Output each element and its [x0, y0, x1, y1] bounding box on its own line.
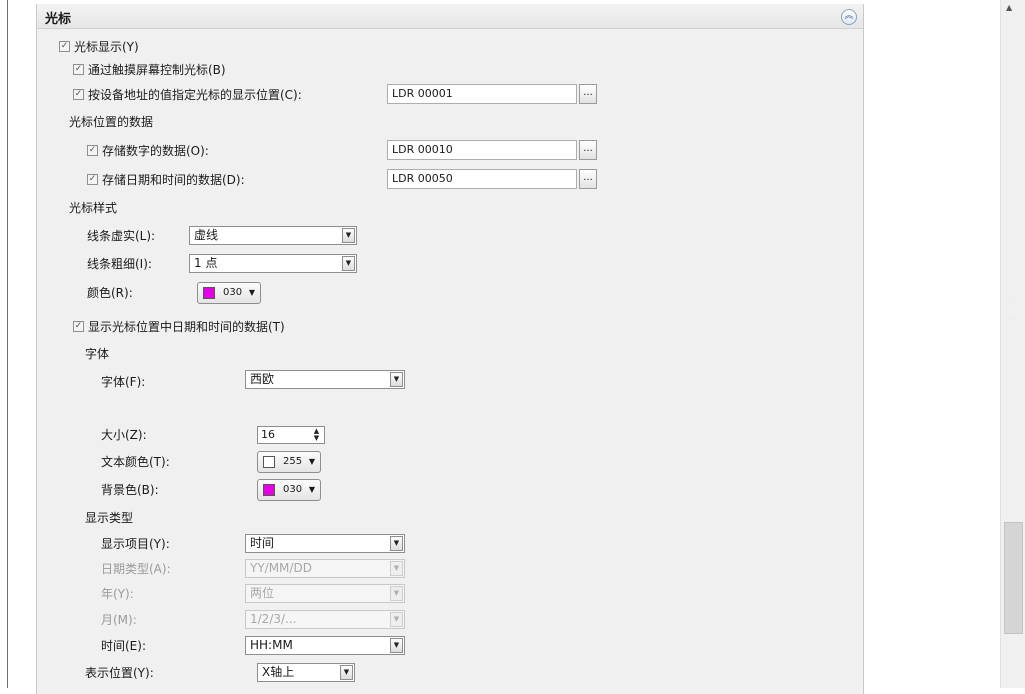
position-by-device-checkbox[interactable]: ✓ 按设备地址的值指定光标的显示位置(C): — [73, 84, 302, 104]
line-type-label: 线条虚实(L): — [87, 229, 156, 243]
time-value: HH:MM — [250, 638, 293, 652]
line-type-select[interactable]: 虚线 ▼ — [189, 226, 357, 245]
color-picker-button[interactable]: 030 ▼ — [197, 282, 261, 304]
display-item-value: 时间 — [250, 536, 275, 550]
month-label: 月(M): — [101, 613, 137, 627]
font-size-value: 16 — [261, 428, 275, 441]
device-address-input[interactable]: LDR 00001 — [387, 84, 577, 104]
chevron-down-icon: ▼ — [390, 561, 403, 576]
color-swatch — [263, 484, 275, 496]
line-width-value: 1 点 — [194, 256, 218, 270]
display-position-select[interactable]: X轴上 ▼ — [257, 663, 355, 682]
time-label: 时间(E): — [101, 639, 146, 653]
checkbox-checked-icon: ✓ — [87, 173, 98, 185]
color-swatch — [203, 287, 215, 299]
store-number-input[interactable]: LDR 00010 — [387, 140, 577, 160]
year-select: 两位 ▼ — [245, 584, 405, 603]
checkbox-checked-icon: ✓ — [87, 144, 98, 156]
position-by-device-label: 按设备地址的值指定光标的显示位置(C): — [88, 87, 302, 102]
chevron-down-icon: ▼ — [390, 612, 403, 627]
scroll-grip-icon: · — [1013, 316, 1015, 323]
device-address-browse-button[interactable]: ... — [579, 84, 597, 104]
vertical-scrollbar[interactable]: ▲ · · — [1000, 0, 1025, 688]
font-family-label: 字体(F): — [101, 375, 146, 389]
section-title: 光标 — [45, 12, 72, 27]
text-color-label: 文本颜色(T): — [101, 455, 170, 469]
checkbox-checked-icon: ✓ — [73, 88, 84, 100]
display-type-heading: 显示类型 — [85, 511, 134, 525]
store-datetime-input[interactable]: LDR 00050 — [387, 169, 577, 189]
date-type-value: YY/MM/DD — [250, 561, 312, 575]
store-datetime-label: 存储日期和时间的数据(D): — [102, 172, 245, 187]
store-datetime-checkbox[interactable]: ✓ 存储日期和时间的数据(D): — [87, 169, 245, 189]
touch-control-checkbox[interactable]: ✓ 通过触摸屏幕控制光标(B) — [73, 59, 226, 79]
date-type-label: 日期类型(A): — [101, 562, 171, 576]
scroll-up-arrow-icon[interactable]: ▲ — [1006, 3, 1012, 12]
font-size-label: 大小(Z): — [101, 428, 147, 442]
cursor-style-heading: 光标样式 — [69, 201, 118, 215]
scrollbar-thumb[interactable] — [1004, 522, 1023, 634]
color-swatch — [263, 456, 275, 468]
color-label: 颜色(R): — [87, 286, 133, 300]
text-color-picker-button[interactable]: 255 ▼ — [257, 451, 321, 473]
cursor-display-label: 光标显示(Y) — [74, 39, 139, 54]
chevron-down-icon[interactable]: ▼ — [340, 665, 353, 680]
bg-color-picker-button[interactable]: 030 ▼ — [257, 479, 321, 501]
cursor-display-checkbox[interactable]: ✓ 光标显示(Y) — [59, 36, 139, 56]
collapse-icon[interactable]: ︽ — [841, 9, 857, 25]
chevron-down-icon[interactable]: ▼ — [342, 228, 355, 243]
chevron-down-icon[interactable]: ▼ — [390, 536, 403, 551]
text-color-value: 255 — [283, 456, 303, 467]
year-value: 两位 — [250, 586, 275, 600]
line-width-select[interactable]: 1 点 ▼ — [189, 254, 357, 273]
month-value: 1/2/3/... — [250, 612, 297, 626]
chevron-down-icon: ▼ — [248, 288, 255, 297]
store-number-label: 存储数字的数据(O): — [102, 143, 209, 158]
bg-color-value: 030 — [283, 484, 303, 495]
left-divider — [7, 0, 8, 688]
scroll-grip-icon: · — [1013, 296, 1015, 303]
font-size-stepper[interactable]: 16 ▲ ▼ — [257, 426, 325, 444]
chevron-down-icon[interactable]: ▼ — [390, 372, 403, 387]
section-header[interactable]: 光标 ︽ — [37, 4, 863, 29]
line-width-label: 线条粗细(I): — [87, 257, 152, 271]
chevron-down-icon: ▼ — [308, 457, 315, 466]
bg-color-label: 背景色(B): — [101, 483, 159, 497]
color-value: 030 — [223, 287, 243, 298]
show-datetime-label: 显示光标位置中日期和时间的数据(T) — [88, 319, 285, 334]
show-datetime-checkbox[interactable]: ✓ 显示光标位置中日期和时间的数据(T) — [73, 316, 285, 336]
display-position-value: X轴上 — [262, 665, 295, 679]
chevron-down-icon[interactable]: ▼ — [390, 638, 403, 653]
month-select: 1/2/3/... ▼ — [245, 610, 405, 629]
time-select[interactable]: HH:MM ▼ — [245, 636, 405, 655]
touch-control-label: 通过触摸屏幕控制光标(B) — [88, 62, 226, 77]
position-data-heading: 光标位置的数据 — [69, 115, 154, 129]
chevron-down-icon: ▼ — [390, 586, 403, 601]
checkbox-checked-icon: ✓ — [59, 40, 70, 52]
display-item-label: 显示项目(Y): — [101, 537, 170, 551]
chevron-down-icon[interactable]: ▼ — [342, 256, 355, 271]
store-number-browse-button[interactable]: ... — [579, 140, 597, 160]
store-datetime-browse-button[interactable]: ... — [579, 169, 597, 189]
checkbox-checked-icon: ✓ — [73, 63, 84, 75]
line-type-value: 虚线 — [194, 228, 219, 242]
display-position-label: 表示位置(Y): — [85, 666, 154, 680]
date-type-select: YY/MM/DD ▼ — [245, 559, 405, 578]
font-heading: 字体 — [85, 347, 110, 361]
checkbox-checked-icon: ✓ — [73, 320, 84, 332]
font-family-select[interactable]: 西欧 ▼ — [245, 370, 405, 389]
chevron-down-icon: ▼ — [308, 485, 315, 494]
font-family-value: 西欧 — [250, 372, 275, 386]
year-label: 年(Y): — [101, 587, 134, 601]
store-number-checkbox[interactable]: ✓ 存储数字的数据(O): — [87, 140, 209, 160]
display-item-select[interactable]: 时间 ▼ — [245, 534, 405, 553]
stepper-arrows-icon[interactable]: ▲ ▼ — [310, 428, 323, 442]
cursor-panel: 光标 ︽ ✓ 光标显示(Y) ✓ 通过触摸屏幕控制光标(B) ✓ 按设备地址的值… — [36, 4, 864, 694]
